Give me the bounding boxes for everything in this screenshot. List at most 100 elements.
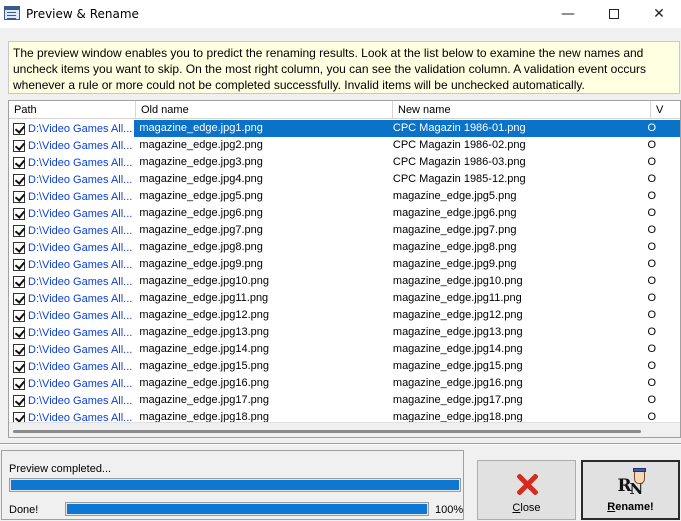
table-row[interactable]: D:\Video Games All... magazine_edge.jpg2.… bbox=[9, 137, 680, 154]
old-name-cell: magazine_edge.jpg10.png bbox=[139, 275, 269, 287]
path-cell: D:\Video Games All... bbox=[9, 171, 134, 188]
new-name-cell: magazine_edge.jpg13.png bbox=[392, 326, 523, 338]
old-name-cell: magazine_edge.jpg13.png bbox=[139, 326, 269, 338]
table-row[interactable]: D:\Video Games All... magazine_edge.jpg6.… bbox=[9, 205, 680, 222]
row-checkbox[interactable] bbox=[13, 122, 25, 135]
row-checkbox[interactable] bbox=[13, 343, 25, 356]
validation-cell: O bbox=[647, 207, 657, 219]
overall-progress-bar bbox=[65, 502, 429, 516]
row-checkbox[interactable] bbox=[13, 360, 25, 373]
path-cell: D:\Video Games All... bbox=[9, 341, 134, 358]
overall-progress-fill bbox=[67, 504, 427, 514]
new-name-cell: magazine_edge.jpg11.png bbox=[392, 292, 522, 304]
validation-cell: O bbox=[647, 224, 657, 236]
path-text: D:\Video Games All... bbox=[28, 394, 133, 407]
path-cell: D:\Video Games All... bbox=[9, 137, 134, 154]
table-row[interactable]: D:\Video Games All... magazine_edge.jpg11… bbox=[9, 290, 680, 307]
row-checkbox[interactable] bbox=[13, 309, 25, 322]
old-name-cell: magazine_edge.jpg3.png bbox=[139, 156, 263, 168]
row-checkbox[interactable] bbox=[13, 377, 25, 390]
path-cell: D:\Video Games All... bbox=[9, 256, 134, 273]
scrollbar-thumb[interactable] bbox=[13, 430, 641, 433]
validation-cell: O bbox=[647, 309, 657, 321]
path-text: D:\Video Games All... bbox=[28, 343, 133, 356]
validation-cell: O bbox=[647, 360, 657, 372]
rename-button-label: Rename! bbox=[607, 501, 654, 513]
path-cell: D:\Video Games All... bbox=[9, 358, 134, 375]
old-name-cell: magazine_edge.jpg15.png bbox=[139, 360, 269, 372]
table-row[interactable]: D:\Video Games All... magazine_edge.jpg4.… bbox=[9, 171, 680, 188]
path-text: D:\Video Games All... bbox=[28, 241, 133, 254]
table-row[interactable]: D:\Video Games All... magazine_edge.jpg1.… bbox=[9, 120, 680, 137]
row-checkbox[interactable] bbox=[13, 258, 25, 271]
minimize-icon: — bbox=[561, 6, 575, 22]
table-row[interactable]: D:\Video Games All... magazine_edge.jpg13… bbox=[9, 324, 680, 341]
minimize-button[interactable]: — bbox=[545, 0, 591, 28]
table-row[interactable]: D:\Video Games All... magazine_edge.jpg8.… bbox=[9, 239, 680, 256]
new-name-cell: magazine_edge.jpg8.png bbox=[392, 241, 517, 253]
old-name-cell: magazine_edge.jpg5.png bbox=[139, 190, 263, 202]
table-row[interactable]: D:\Video Games All... magazine_edge.jpg15… bbox=[9, 358, 680, 375]
row-checkbox[interactable] bbox=[13, 394, 25, 407]
row-checkbox[interactable] bbox=[13, 275, 25, 288]
window-close-button[interactable]: ✕ bbox=[636, 0, 681, 28]
column-header-new-name[interactable]: New name bbox=[393, 101, 651, 119]
preview-progress-bar bbox=[9, 478, 461, 492]
path-text: D:\Video Games All... bbox=[28, 275, 133, 288]
rename-button[interactable]: R N Rename! bbox=[581, 460, 680, 520]
row-checkbox[interactable] bbox=[13, 241, 25, 254]
path-text: D:\Video Games All... bbox=[28, 309, 133, 322]
row-checkbox[interactable] bbox=[13, 190, 25, 203]
validation-cell: O bbox=[647, 394, 657, 406]
validation-cell: O bbox=[642, 120, 680, 137]
preview-list[interactable]: Path Old name New name V D:\Video Games … bbox=[8, 100, 681, 438]
old-name-cell: magazine_edge.jpg4.png bbox=[139, 173, 263, 185]
path-text: D:\Video Games All... bbox=[28, 207, 133, 220]
horizontal-scrollbar[interactable] bbox=[9, 422, 680, 437]
path-text: D:\Video Games All... bbox=[28, 292, 133, 305]
path-text: D:\Video Games All... bbox=[28, 258, 133, 271]
path-text: D:\Video Games All... bbox=[28, 156, 133, 169]
old-name-cell: magazine_edge.jpg6.png bbox=[139, 207, 263, 219]
row-checkbox[interactable] bbox=[13, 207, 25, 220]
done-label: Done! bbox=[9, 504, 39, 516]
table-row[interactable]: D:\Video Games All... magazine_edge.jpg7.… bbox=[9, 222, 680, 239]
table-row[interactable]: D:\Video Games All... magazine_edge.jpg5.… bbox=[9, 188, 680, 205]
list-rows: D:\Video Games All... magazine_edge.jpg1.… bbox=[9, 120, 680, 426]
table-row[interactable]: D:\Video Games All... magazine_edge.jpg14… bbox=[9, 341, 680, 358]
column-header-old-name[interactable]: Old name bbox=[136, 101, 393, 119]
new-name-cell: magazine_edge.jpg9.png bbox=[392, 258, 517, 270]
path-cell: D:\Video Games All... bbox=[9, 239, 134, 256]
new-name-cell: CPC Magazin 1986-01.png bbox=[387, 120, 643, 137]
row-checkbox[interactable] bbox=[13, 156, 25, 169]
table-row[interactable]: D:\Video Games All... magazine_edge.jpg16… bbox=[9, 375, 680, 392]
path-cell: D:\Video Games All... bbox=[9, 307, 134, 324]
close-button-label: Close bbox=[512, 502, 541, 514]
close-icon: ✕ bbox=[653, 6, 665, 22]
column-header-path[interactable]: Path bbox=[9, 101, 136, 119]
path-text: D:\Video Games All... bbox=[28, 326, 133, 339]
table-row[interactable]: D:\Video Games All... magazine_edge.jpg12… bbox=[9, 307, 680, 324]
path-text: D:\Video Games All... bbox=[28, 377, 133, 390]
path-text: D:\Video Games All... bbox=[28, 360, 133, 373]
path-cell: D:\Video Games All... bbox=[9, 120, 135, 137]
maximize-button[interactable] bbox=[591, 0, 637, 28]
row-checkbox[interactable] bbox=[13, 326, 25, 339]
column-header-validation[interactable]: V bbox=[651, 101, 680, 119]
path-text: D:\Video Games All... bbox=[28, 139, 133, 152]
validation-cell: O bbox=[647, 292, 657, 304]
row-checkbox[interactable] bbox=[13, 139, 25, 152]
new-name-cell: magazine_edge.jpg7.png bbox=[392, 224, 517, 236]
path-cell: D:\Video Games All... bbox=[9, 273, 134, 290]
table-row[interactable]: D:\Video Games All... magazine_edge.jpg3.… bbox=[9, 154, 680, 171]
row-checkbox[interactable] bbox=[13, 292, 25, 305]
row-checkbox[interactable] bbox=[13, 173, 25, 186]
validation-cell: O bbox=[647, 343, 657, 355]
table-row[interactable]: D:\Video Games All... magazine_edge.jpg10… bbox=[9, 273, 680, 290]
new-name-cell: CPC Magazin 1986-03.png bbox=[392, 156, 526, 168]
table-row[interactable]: D:\Video Games All... magazine_edge.jpg9.… bbox=[9, 256, 680, 273]
validation-cell: O bbox=[647, 173, 657, 185]
table-row[interactable]: D:\Video Games All... magazine_edge.jpg17… bbox=[9, 392, 680, 409]
close-button[interactable]: Close bbox=[477, 460, 576, 520]
row-checkbox[interactable] bbox=[13, 224, 25, 237]
